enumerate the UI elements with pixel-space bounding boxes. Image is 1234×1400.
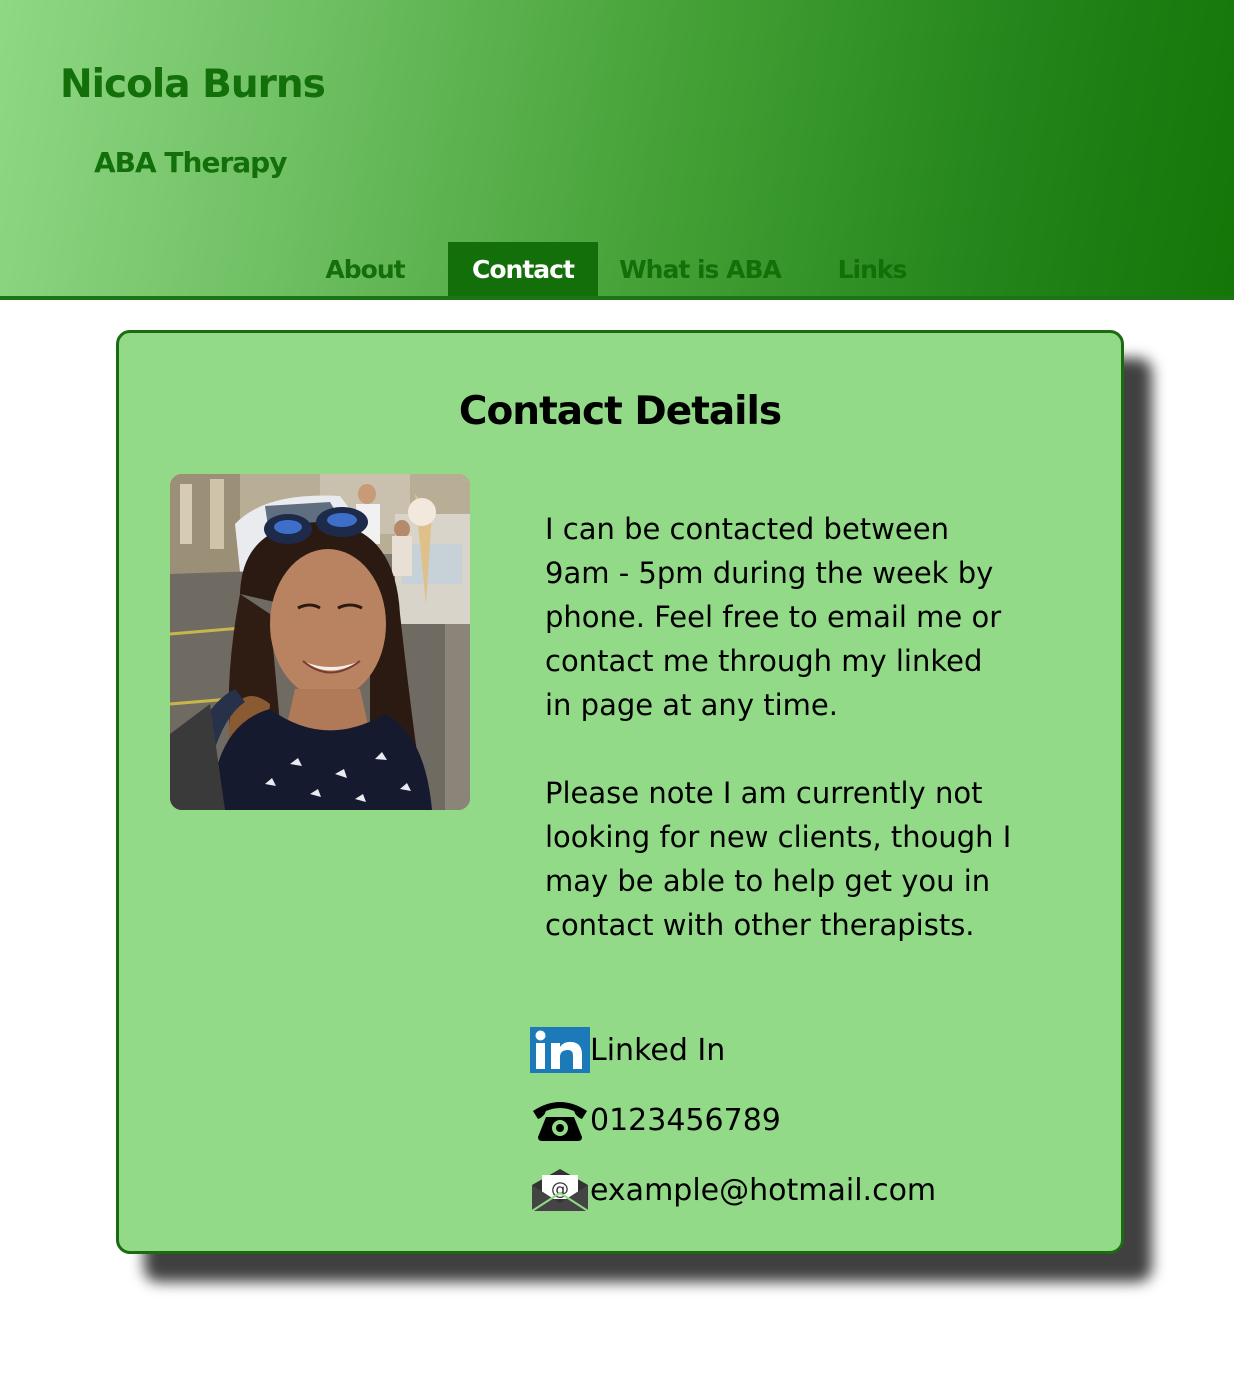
phone-contact: 0123456789	[530, 1097, 781, 1143]
site-subtitle: ABA Therapy	[94, 146, 287, 179]
contact-hours-text: I can be contacted between 9am - 5pm dur…	[545, 512, 1002, 722]
nav-item-about[interactable]: About	[302, 242, 428, 296]
nav-item-links[interactable]: Links	[818, 242, 926, 296]
site-header: Nicola Burns ABA Therapy About Contact W…	[0, 0, 1234, 300]
email-link[interactable]: @ example@hotmail.com	[530, 1167, 936, 1213]
linkedin-link[interactable]: Linked In	[530, 1027, 725, 1073]
contact-availability-text: Please note I am currently not looking f…	[545, 776, 1012, 942]
site-title: Nicola Burns	[60, 62, 326, 107]
telephone-icon	[530, 1097, 590, 1143]
main-nav: About Contact What is ABA Links	[0, 242, 1234, 296]
nav-item-contact[interactable]: Contact	[448, 242, 598, 296]
profile-photo	[170, 474, 470, 810]
phone-number: 0123456789	[590, 1102, 781, 1138]
contact-card: Contact Details I can be contacted betwe…	[116, 330, 1124, 1254]
nav-item-what-is-aba[interactable]: What is ABA	[604, 242, 796, 296]
contact-heading: Contact Details	[458, 389, 782, 434]
envelope-icon: @	[530, 1167, 590, 1213]
linkedin-label[interactable]: Linked In	[590, 1033, 725, 1068]
linkedin-icon	[530, 1027, 590, 1073]
email-address[interactable]: example@hotmail.com	[590, 1173, 936, 1208]
